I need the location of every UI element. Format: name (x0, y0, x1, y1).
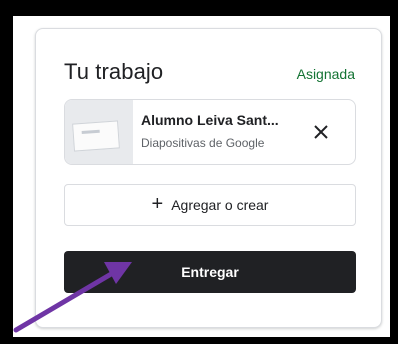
add-or-create-label: Agregar o crear (171, 197, 269, 213)
frame-left-border (0, 0, 13, 344)
your-work-card: Tu trabajo Asignada Alumno Leiva Sant...… (35, 28, 382, 328)
frame-right-border (390, 0, 398, 344)
close-icon[interactable] (309, 120, 333, 144)
submit-label: Entregar (181, 264, 239, 280)
status-label: Asignada (296, 66, 355, 82)
card-title: Tu trabajo (64, 59, 164, 84)
frame-bottom-border (0, 337, 398, 344)
slide-preview (72, 120, 120, 152)
attachment-chip[interactable]: Alumno Leiva Sant... Diapositivas de Goo… (64, 99, 356, 165)
frame-top-border (0, 0, 398, 16)
add-or-create-button[interactable]: + Agregar o crear (64, 184, 356, 226)
plus-icon: + (151, 193, 164, 215)
attachment-name[interactable]: Alumno Leiva Sant... (141, 112, 301, 128)
submit-button[interactable]: Entregar (64, 251, 356, 293)
attachment-type: Diapositivas de Google (141, 136, 265, 150)
slides-thumbnail (65, 100, 133, 164)
